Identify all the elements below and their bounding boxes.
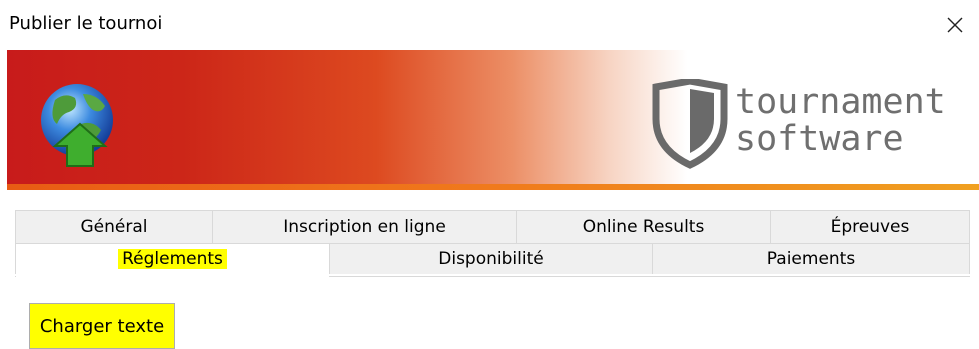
logo-line1: tournament bbox=[735, 82, 946, 122]
active-tab-gap bbox=[16, 275, 329, 278]
charger-texte-label: Charger texte bbox=[39, 315, 165, 337]
tab-row-front: Réglements Disponibilité Paiements bbox=[15, 243, 970, 274]
tab-paiements-label: Paiements bbox=[766, 249, 856, 269]
tab-online-results[interactable]: Online Results bbox=[517, 210, 771, 243]
tab-inscription-en-ligne[interactable]: Inscription en ligne bbox=[213, 210, 517, 243]
tab-general[interactable]: Général bbox=[15, 210, 213, 243]
tab-disponibilite[interactable]: Disponibilité bbox=[330, 243, 653, 274]
tab-epreuves-label: Épreuves bbox=[830, 217, 910, 237]
brand-logo-text: tournament software bbox=[735, 84, 946, 158]
title-bar: Publier le tournoi bbox=[0, 0, 979, 50]
tab-disponibilite-label: Disponibilité bbox=[438, 249, 544, 269]
tab-general-label: Général bbox=[80, 217, 148, 237]
logo-line2: software bbox=[735, 119, 904, 159]
charger-texte-button[interactable]: Charger texte bbox=[29, 303, 175, 349]
close-icon bbox=[947, 17, 963, 33]
tab-reglements[interactable]: Réglements bbox=[15, 243, 330, 274]
tab-inscription-label: Inscription en ligne bbox=[283, 217, 446, 237]
tab-paiements[interactable]: Paiements bbox=[653, 243, 970, 274]
close-button[interactable] bbox=[931, 0, 979, 50]
tab-reglements-label: Réglements bbox=[118, 249, 227, 269]
window-title: Publier le tournoi bbox=[9, 13, 163, 34]
globe-upload-icon bbox=[35, 80, 125, 170]
tab-online-results-label: Online Results bbox=[582, 217, 705, 237]
tab-row-back: Général Inscription en ligne Online Resu… bbox=[15, 210, 970, 243]
tab-epreuves[interactable]: Épreuves bbox=[771, 210, 970, 243]
shield-logo-icon bbox=[650, 77, 730, 169]
banner-stripe bbox=[7, 184, 979, 190]
